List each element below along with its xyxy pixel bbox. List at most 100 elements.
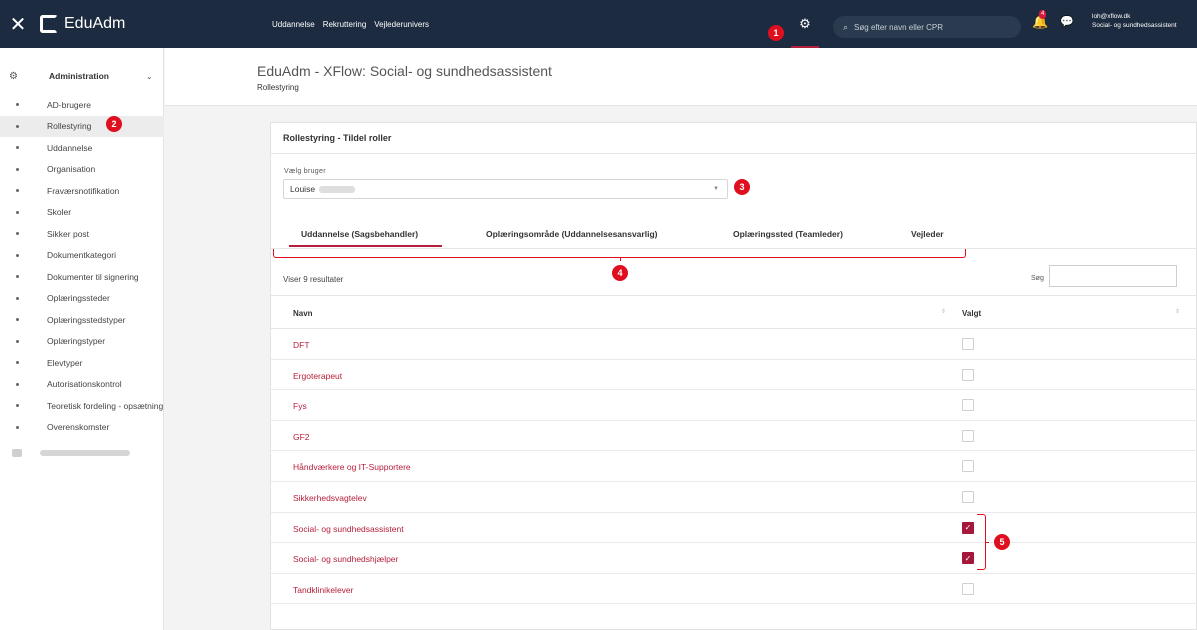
sidebar-item[interactable]: Skoler <box>0 202 164 224</box>
bullet-icon <box>16 404 19 408</box>
bullet-icon <box>16 318 19 322</box>
table-row: Håndværkere og IT-Supportere <box>271 451 1197 482</box>
sidebar-item-label: Autorisationskontrol <box>47 379 122 390</box>
sidebar-item[interactable]: Dokumenter til signering <box>0 266 164 288</box>
nav-uddannelse[interactable]: Uddannelse <box>272 20 315 29</box>
user-menu[interactable]: loh@xflow.dk Social- og sundhedsassisten… <box>1092 12 1177 30</box>
bell-icon[interactable]: 🔔 4 <box>1032 10 1048 30</box>
sidebar-item[interactable]: Rollestyring <box>0 115 164 137</box>
user-select[interactable]: Louise ▼ <box>283 179 728 199</box>
table-row: Social- og sundhedshjælper ✓ <box>271 543 1197 574</box>
row-name-link[interactable]: GF2 <box>293 432 310 442</box>
tab-uddannelse[interactable]: Uddannelse (Sagsbehandler) <box>288 229 443 247</box>
annotation-bracket <box>977 514 989 570</box>
sidebar-section-collapsed[interactable] <box>12 448 152 458</box>
sidebar: ⚙ Administration ⌄ AD-brugere Rollestyrin… <box>0 48 164 630</box>
app-name: EduAdm <box>64 15 126 32</box>
global-search[interactable]: ⌕ <box>833 16 1021 38</box>
sidebar-item[interactable]: Organisation <box>0 159 164 181</box>
sidebar-item[interactable]: Dokumentkategori <box>0 245 164 267</box>
sidebar-item-label: AD-brugere <box>47 99 91 110</box>
row-name-link[interactable]: Fys <box>293 401 307 411</box>
sort-icon[interactable]: ⇕ <box>1175 308 1180 315</box>
chevron-down-icon: ⌄ <box>146 71 153 81</box>
bullet-icon <box>16 275 19 279</box>
role-admin-icon[interactable]: ⚙ <box>789 0 821 48</box>
col-name[interactable]: Navn <box>293 309 313 318</box>
sidebar-item[interactable]: AD-brugere <box>0 94 164 116</box>
annotation-marker: 3 <box>734 179 750 195</box>
sidebar-section-label: Administration <box>49 71 109 81</box>
sidebar-item[interactable]: Autorisationskontrol <box>0 374 164 396</box>
role-assignment-card: Rollestyring - Tildel roller Vælg bruger… <box>270 122 1197 630</box>
bullet-icon <box>16 339 19 343</box>
row-checkbox[interactable] <box>962 399 974 412</box>
sidebar-section-administration[interactable]: ⚙ Administration ⌄ <box>0 66 164 86</box>
row-checkbox[interactable] <box>962 460 974 473</box>
sidebar-item-label: Teoretisk fordeling - opsætning <box>47 400 164 411</box>
bullet-icon <box>16 124 19 128</box>
redacted-label <box>40 450 130 456</box>
close-icon[interactable]: ✕ <box>0 0 36 48</box>
table-body: DFT Ergoterapeut Fys GF2 Håndværkere og IT-S… <box>271 329 1197 605</box>
row-checkbox[interactable]: ✓ <box>962 552 974 565</box>
bullet-icon <box>16 103 19 107</box>
row-name-link[interactable]: DFT <box>293 340 310 350</box>
results-count: Viser 9 resultater <box>283 275 344 284</box>
section-icon <box>12 449 22 457</box>
sidebar-item-label: Oplæringssteder <box>47 293 110 304</box>
nav-vejlederunivers[interactable]: Vejlederunivers <box>374 20 429 29</box>
row-checkbox[interactable] <box>962 368 974 381</box>
row-name-link[interactable]: Social- og sundhedshjælper <box>293 554 398 564</box>
tab-oplaeringsomraade[interactable]: Oplæringsområde (Uddannelsesansvarlig) <box>486 229 657 239</box>
sidebar-item-label: Overenskomster <box>47 422 110 433</box>
sidebar-item[interactable]: Overenskomster <box>0 417 164 439</box>
row-checkbox[interactable] <box>962 582 974 595</box>
caret-down-icon: ▼ <box>713 186 719 192</box>
bullet-icon <box>16 146 19 150</box>
bullet-icon <box>16 253 19 257</box>
sidebar-item-label: Sikker post <box>47 228 90 239</box>
sort-icon[interactable]: ⇕ <box>941 308 946 315</box>
sidebar-item[interactable]: Teoretisk fordeling - opsætning <box>0 395 164 417</box>
bullet-icon <box>16 425 19 429</box>
sidebar-item-label: Uddannelse <box>47 142 93 153</box>
nav-rekruttering[interactable]: Rekruttering <box>323 20 367 29</box>
sidebar-item[interactable]: Sikker post <box>0 223 164 245</box>
row-name-link[interactable]: Social- og sundhedsassistent <box>293 524 404 534</box>
row-name-link[interactable]: Tandklinikelever <box>293 585 353 595</box>
row-checkbox[interactable] <box>962 338 974 350</box>
tab-oplaeringssted[interactable]: Oplæringssted (Teamleder) <box>733 229 843 239</box>
row-checkbox[interactable] <box>962 429 974 442</box>
row-name-link[interactable]: Ergoterapeut <box>293 371 342 381</box>
chat-icon[interactable]: 💬 <box>1060 15 1074 28</box>
row-name-link[interactable]: Sikkerhedsvagtelev <box>293 493 367 503</box>
row-name-link[interactable]: Håndværkere og IT-Supportere <box>293 462 411 472</box>
annotation-marker: 4 <box>612 265 628 281</box>
table-search-input[interactable] <box>1049 265 1177 287</box>
table-search-label: Søg <box>1031 275 1044 282</box>
row-checkbox[interactable] <box>962 490 974 503</box>
bullet-icon <box>16 189 19 193</box>
table-row: Tandklinikelever <box>271 574 1197 605</box>
sidebar-item[interactable]: Uddannelse <box>0 137 164 159</box>
app-logo[interactable]: EduAdm <box>40 15 125 33</box>
sidebar-item-label: Rollestyring <box>47 121 92 132</box>
user-email: loh@xflow.dk <box>1092 13 1131 20</box>
page-title: EduAdm - XFlow: Social- og sundhedsassis… <box>257 63 552 79</box>
table-row: Fys <box>271 390 1197 421</box>
sidebar-item[interactable]: Oplæringssteder <box>0 288 164 310</box>
sidebar-item[interactable]: Oplæringstyper <box>0 331 164 353</box>
sidebar-item-label: Oplæringsstedstyper <box>47 314 126 325</box>
card-title: Rollestyring - Tildel roller <box>283 133 392 143</box>
annotation-marker: 2 <box>106 116 122 132</box>
search-input[interactable] <box>854 22 1005 32</box>
divider <box>271 153 1197 154</box>
sidebar-item[interactable]: Fraværsnotifikation <box>0 180 164 202</box>
tab-vejleder[interactable]: Vejleder <box>911 229 944 239</box>
sidebar-item[interactable]: Oplæringsstedstyper <box>0 309 164 331</box>
col-selected[interactable]: Valgt <box>962 309 981 318</box>
user-select-value: Louise <box>290 184 316 194</box>
sidebar-item[interactable]: Elevtyper <box>0 352 164 374</box>
row-checkbox[interactable]: ✓ <box>962 521 974 534</box>
